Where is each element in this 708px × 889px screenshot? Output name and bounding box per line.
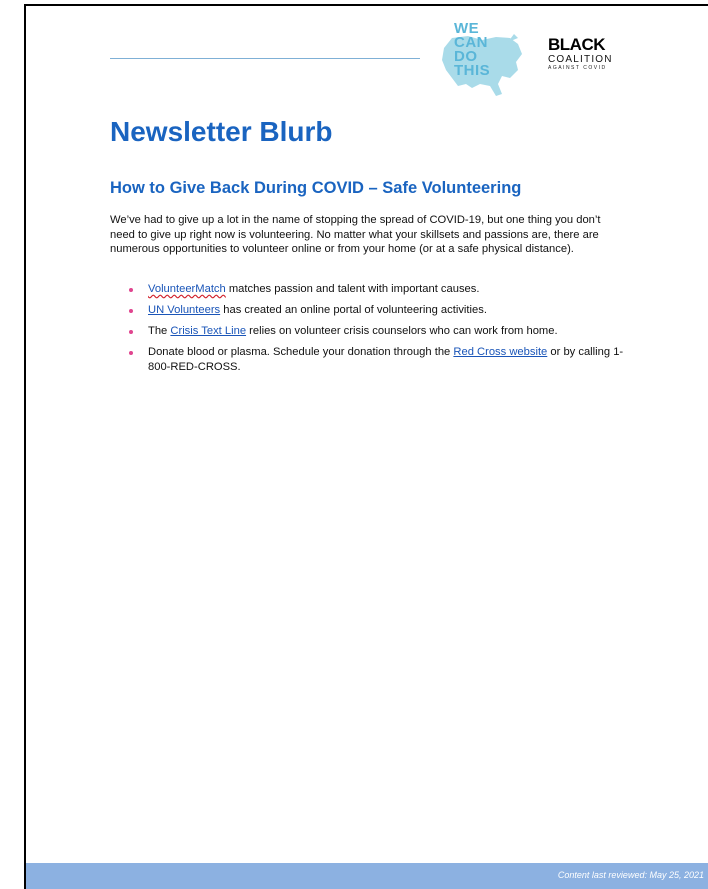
item-suffix: has created an online portal of voluntee… (220, 304, 487, 317)
header-divider (110, 58, 420, 59)
bullet-icon (129, 351, 133, 356)
document-page: WE CAN DO THIS BLACK COALITION AGAINST C… (24, 4, 708, 889)
footer-bar: Content last reviewed: May 25, 2021 (26, 863, 708, 889)
volunteermatch-link[interactable]: VolunteerMatch (148, 283, 226, 295)
black-coalition-logo: BLACK COALITION AGAINST COVID (548, 36, 628, 80)
last-reviewed-text: Content last reviewed: May 25, 2021 (557, 870, 704, 880)
volunteer-list: VolunteerMatch matches passion and talen… (126, 282, 636, 381)
logo-line-4: THIS (454, 62, 491, 79)
logo-wordmark: WE CAN DO THIS (454, 21, 491, 79)
body-paragraph: We’ve had to give up a lot in the name o… (110, 214, 601, 256)
logo-black-word: BLACK (548, 35, 606, 54)
section-heading: How to Give Back During COVID – Safe Vol… (110, 179, 522, 197)
item-suffix: matches passion and talent with importan… (225, 283, 480, 295)
list-item: VolunteerMatch matches passion and talen… (126, 282, 636, 297)
logo-against-covid: AGAINST COVID (548, 65, 607, 71)
list-item: Donate blood or plasma. Schedule your do… (126, 345, 636, 374)
red-cross-link[interactable]: Red Cross website (453, 346, 547, 358)
bullet-icon (129, 288, 133, 292)
logo-coalition-word: COALITION (548, 54, 613, 65)
bullet-icon (129, 309, 133, 314)
item-suffix: relies on volunteer crisis counselors wh… (246, 325, 558, 338)
page-title: Newsletter Blurb (110, 116, 333, 147)
list-item: UN Volunteers has created an online port… (126, 303, 636, 318)
we-can-do-this-logo: WE CAN DO THIS (438, 20, 530, 104)
list-item: The Crisis Text Line relies on volunteer… (126, 324, 636, 339)
un-volunteers-link[interactable]: UN Volunteers (148, 304, 220, 316)
crisis-text-line-link[interactable]: Crisis Text Line (170, 325, 246, 337)
bullet-icon (129, 330, 133, 335)
item-prefix: The (148, 325, 171, 338)
item-prefix: Donate blood or plasma. Schedule your do… (148, 346, 454, 359)
